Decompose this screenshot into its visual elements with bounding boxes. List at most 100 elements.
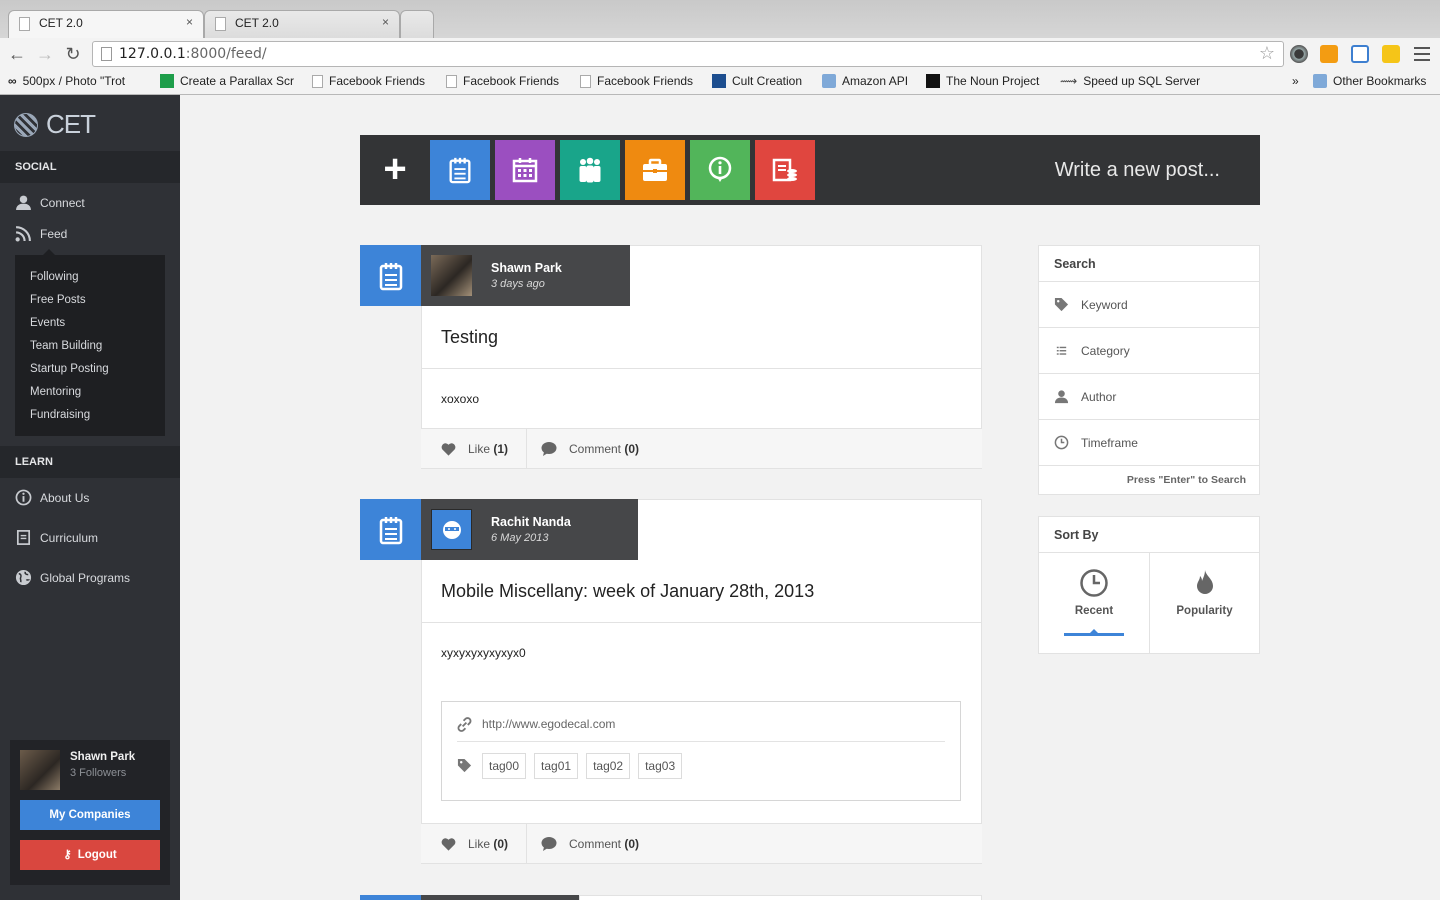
submenu-item-startup-posting[interactable]: Startup Posting: [30, 363, 109, 375]
sidebar-item-label: About Us: [40, 490, 90, 505]
calendar-icon: [512, 158, 538, 183]
post-type-fundraising-button[interactable]: [755, 140, 815, 200]
tag-chip[interactable]: tag03: [638, 753, 683, 779]
my-companies-button[interactable]: My Companies: [20, 800, 160, 830]
submenu-item-free-posts[interactable]: Free Posts: [30, 294, 86, 306]
post-author-badge[interactable]: Shawn Park 3 days ago: [421, 245, 630, 306]
submenu-item-fundraising[interactable]: Fundraising: [30, 409, 90, 421]
close-icon[interactable]: ×: [186, 15, 193, 29]
sidebar-item-feed[interactable]: Feed: [15, 225, 67, 242]
bookmark-star-icon[interactable]: ☆: [1259, 43, 1275, 64]
post-title[interactable]: Mobile Miscellany: week of January 28th,…: [441, 581, 814, 602]
logo[interactable]: CET: [14, 109, 96, 140]
write-post-prompt[interactable]: Write a new post...: [1055, 159, 1220, 182]
browser-tab-1[interactable]: CET 2.0 ×: [8, 10, 204, 38]
bookmark-item[interactable]: Cult Creation: [712, 74, 802, 88]
folder-icon: [1313, 74, 1327, 88]
submenu-item-following[interactable]: Following: [30, 271, 79, 283]
like-button[interactable]: Like (0): [441, 824, 508, 863]
divider: [421, 368, 982, 369]
bookmark-item[interactable]: Amazon API: [822, 74, 908, 88]
sort-popularity-button[interactable]: Popularity: [1149, 553, 1259, 653]
post-type-tile: [360, 499, 421, 560]
notepad-icon: [379, 262, 402, 290]
comment-label: Comment: [569, 441, 622, 456]
bookmark-item[interactable]: Create a Parallax Scr: [160, 74, 294, 88]
bookmark-label: Speed up SQL Server: [1083, 74, 1201, 88]
search-author-field[interactable]: Author: [1039, 374, 1259, 420]
sidebar-item-label: Curriculum: [40, 530, 99, 545]
sidebar-item-connect[interactable]: Connect: [15, 194, 85, 211]
screen-capture-icon[interactable]: [1351, 45, 1369, 63]
search-category-field[interactable]: Category: [1039, 328, 1259, 374]
bookmark-item[interactable]: Facebook Friends: [312, 74, 425, 88]
tag-chip[interactable]: tag02: [586, 753, 631, 779]
rss-extension-icon[interactable]: [1320, 45, 1338, 63]
avatar: [431, 509, 472, 550]
sort-recent-button[interactable]: Recent: [1039, 553, 1149, 653]
post-type-general-button[interactable]: [430, 140, 490, 200]
post-type-startup-button[interactable]: [625, 140, 685, 200]
divider: [526, 824, 527, 863]
bookmark-item[interactable]: Facebook Friends: [446, 74, 559, 88]
reload-icon[interactable]: ↻: [62, 43, 84, 65]
comment-button[interactable]: Comment (0): [541, 429, 639, 468]
bookmark-label: Facebook Friends: [597, 74, 694, 88]
submenu-item-team-building[interactable]: Team Building: [30, 340, 102, 352]
forward-icon[interactable]: →: [34, 43, 56, 65]
divider: [457, 741, 945, 742]
address-bar[interactable]: 127.0.0.1:8000/feed/ ☆: [92, 41, 1284, 67]
bookmark-label: Create a Parallax Scr: [180, 74, 295, 88]
search-timeframe-field[interactable]: Timeframe: [1039, 420, 1259, 466]
new-post-bar: + Write a new post...: [360, 135, 1260, 205]
post-title[interactable]: Testing: [441, 327, 498, 348]
tag-chip[interactable]: tag00: [482, 753, 527, 779]
profile-name[interactable]: Shawn Park: [70, 751, 135, 763]
lightbulb-icon[interactable]: [1382, 45, 1400, 63]
submenu-item-mentoring[interactable]: Mentoring: [30, 386, 81, 398]
attachment-link[interactable]: http://www.egodecal.com: [482, 717, 615, 731]
browser-tab-2[interactable]: CET 2.0 ×: [204, 10, 400, 38]
bookmark-item[interactable]: ⟿ Speed up SQL Server: [1060, 74, 1200, 88]
sidebar-item-curriculum[interactable]: Curriculum: [15, 529, 98, 546]
submenu-item-events[interactable]: Events: [30, 317, 65, 329]
sidebar-item-global-programs[interactable]: Global Programs: [15, 569, 130, 586]
money-icon: [772, 158, 797, 182]
post-type-event-button[interactable]: [495, 140, 555, 200]
post-author-badge[interactable]: Rachit Nanda 6 May 2013: [421, 499, 638, 560]
logout-button[interactable]: ⚷ Logout: [20, 840, 160, 870]
search-keyword-field[interactable]: Keyword: [1039, 282, 1259, 328]
comment-button[interactable]: Comment (0): [541, 824, 639, 863]
post-author-badge: [421, 895, 579, 900]
list-icon: [1056, 346, 1067, 355]
tag-chip[interactable]: tag01: [534, 753, 579, 779]
sidebar: CET SOCIAL Connect Feed Following Free P…: [0, 95, 180, 900]
section-header-social: SOCIAL: [0, 151, 180, 183]
briefcase-icon: [643, 158, 667, 181]
like-count: (1): [493, 441, 509, 456]
like-button[interactable]: Like (1): [441, 429, 508, 468]
extension-icon[interactable]: [1290, 45, 1308, 63]
sidebar-item-label: Global Programs: [40, 570, 131, 585]
add-post-button[interactable]: +: [380, 149, 410, 190]
bookmark-item[interactable]: ∞ 500px / Photo "Trot: [8, 74, 125, 88]
new-tab-button[interactable]: [400, 10, 434, 38]
menu-icon[interactable]: [1414, 47, 1430, 65]
post-type-mentoring-button[interactable]: [690, 140, 750, 200]
close-icon[interactable]: ×: [382, 15, 389, 29]
feed-post: Rachit Nanda 6 May 2013 Mobile Miscellan…: [360, 499, 982, 864]
user-icon: [16, 195, 31, 210]
url-path: :8000/feed/: [185, 46, 267, 62]
bookmark-item[interactable]: Facebook Friends: [580, 74, 693, 88]
back-icon[interactable]: ←: [6, 43, 28, 65]
infinity-icon: ∞: [8, 74, 17, 88]
bookmark-item[interactable]: The Noun Project: [926, 74, 1039, 88]
other-bookmarks[interactable]: Other Bookmarks: [1313, 74, 1426, 88]
avatar[interactable]: [20, 750, 60, 790]
sidebar-item-about-us[interactable]: About Us: [15, 489, 89, 506]
clock-icon: [1080, 569, 1108, 597]
bookmarks-overflow-button[interactable]: »: [1292, 74, 1299, 88]
divider: [526, 429, 527, 468]
user-icon: [1054, 390, 1069, 404]
post-type-team-button[interactable]: [560, 140, 620, 200]
